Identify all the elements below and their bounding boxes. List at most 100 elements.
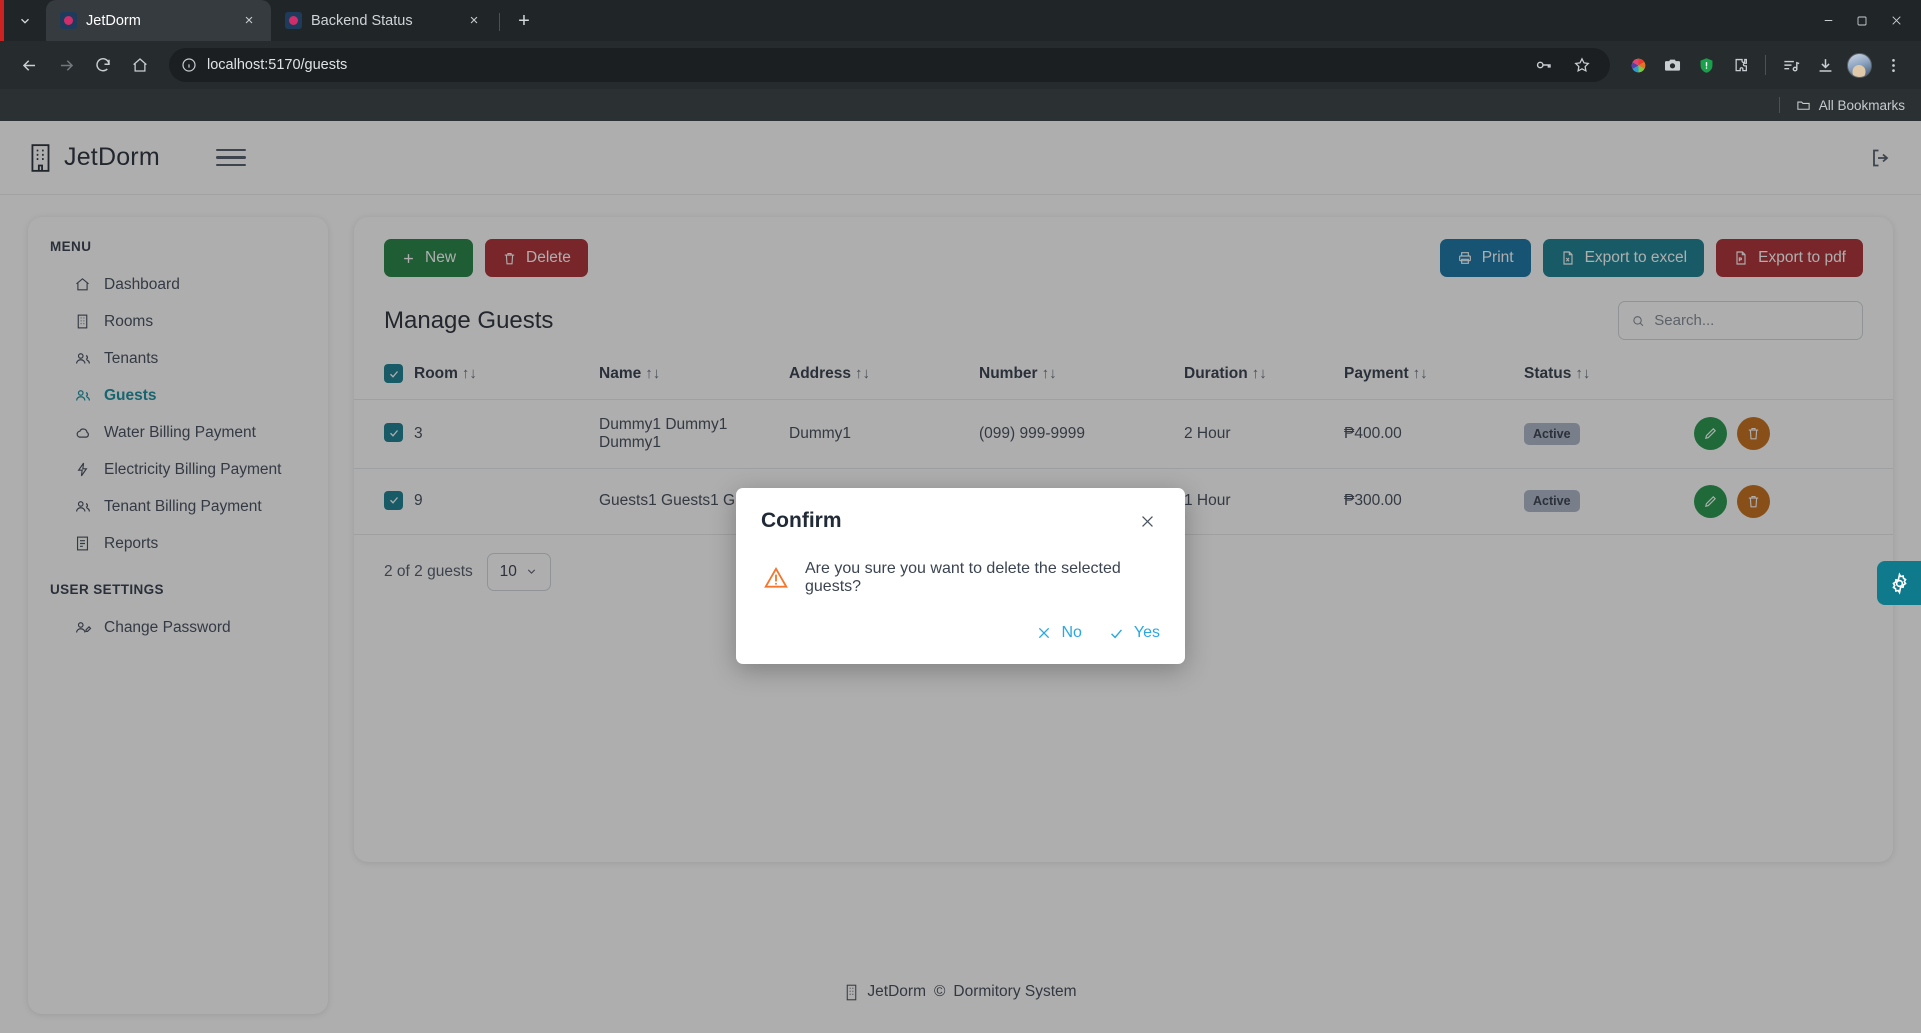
- table-row[interactable]: 3 Dummy1 Dummy1 Dummy1 Dummy1 (099) 999-…: [354, 399, 1893, 469]
- color-picker-extension-icon[interactable]: [1622, 49, 1654, 81]
- edit-row-button[interactable]: [1694, 484, 1727, 518]
- all-bookmarks-button[interactable]: All Bookmarks: [1796, 98, 1905, 113]
- sidebar-item-label: Dashboard: [104, 275, 180, 293]
- close-icon[interactable]: [1134, 508, 1160, 534]
- sidebar-item-dashboard[interactable]: Dashboard: [28, 266, 328, 303]
- back-icon[interactable]: [12, 48, 46, 82]
- puzzle-extensions-icon[interactable]: [1724, 49, 1756, 81]
- shield-extension-icon[interactable]: [1690, 49, 1722, 81]
- cell-duration: 1 Hour: [1184, 468, 1344, 535]
- cell-status: Active: [1524, 468, 1694, 535]
- sort-icon[interactable]: ↑↓: [1575, 365, 1590, 382]
- row-checkbox[interactable]: [384, 423, 403, 443]
- sidebar-item-label: Guests: [104, 386, 157, 404]
- column-header-address[interactable]: Address ↑↓: [789, 354, 979, 400]
- building-icon: [73, 312, 92, 331]
- profile-avatar-icon[interactable]: [1843, 49, 1875, 81]
- edit-row-button[interactable]: [1694, 417, 1727, 450]
- sort-icon[interactable]: ↑↓: [1413, 365, 1428, 382]
- column-header-number[interactable]: Number ↑↓: [979, 354, 1184, 400]
- browser-tab-jetdorm[interactable]: JetDorm ×: [46, 0, 271, 41]
- select-all-checkbox[interactable]: [384, 364, 403, 383]
- dialog-yes-button[interactable]: Yes: [1108, 624, 1160, 642]
- app-brand[interactable]: JetDorm: [28, 143, 160, 173]
- delete-row-button[interactable]: [1737, 484, 1770, 518]
- cell-room: 3: [414, 399, 599, 469]
- toolbar-divider: [1765, 55, 1766, 75]
- export-excel-button[interactable]: Export to excel: [1542, 239, 1705, 277]
- sort-icon[interactable]: ↑↓: [645, 365, 660, 382]
- close-icon[interactable]: ×: [464, 11, 484, 31]
- column-label: Duration: [1184, 365, 1248, 383]
- sort-icon[interactable]: ↑↓: [1042, 365, 1057, 382]
- logout-button[interactable]: [1869, 146, 1893, 170]
- address-bar[interactable]: localhost:5170/guests: [169, 48, 1610, 82]
- page-size-select[interactable]: 10: [486, 552, 551, 591]
- sidebar-item-rooms[interactable]: Rooms: [28, 303, 328, 340]
- downloads-icon[interactable]: [1809, 49, 1841, 81]
- footer-text: Dormitory System: [953, 983, 1077, 1000]
- new-button[interactable]: New: [384, 239, 474, 277]
- cloud-icon: [73, 423, 92, 442]
- sort-icon[interactable]: ↑↓: [462, 365, 477, 382]
- print-button[interactable]: Print: [1439, 239, 1531, 277]
- search-box[interactable]: [1618, 301, 1863, 340]
- column-header-name[interactable]: Name ↑↓: [599, 354, 789, 400]
- dialog-no-label: No: [1061, 624, 1082, 641]
- tab-search-chevron-icon[interactable]: [10, 6, 40, 36]
- sort-icon[interactable]: ↑↓: [855, 365, 870, 382]
- building-icon: [31, 143, 50, 172]
- chrome-menu-icon[interactable]: [1877, 49, 1909, 81]
- window-minimize-button[interactable]: [1811, 4, 1845, 38]
- user-edit-icon: [73, 618, 92, 637]
- dialog-no-button[interactable]: No: [1036, 624, 1082, 642]
- title-row: Manage Guests: [354, 287, 1893, 340]
- screenshot-extension-icon[interactable]: [1656, 49, 1688, 81]
- status-badge: Active: [1524, 490, 1580, 512]
- building-icon: [847, 984, 857, 1000]
- column-header-room[interactable]: Room ↑↓: [414, 354, 599, 400]
- window-maximize-button[interactable]: [1845, 4, 1879, 38]
- reading-list-icon[interactable]: [1775, 49, 1807, 81]
- home-icon[interactable]: [123, 48, 157, 82]
- export-pdf-button[interactable]: Export to pdf: [1716, 239, 1863, 277]
- column-header-status[interactable]: Status ↑↓: [1524, 354, 1694, 400]
- column-header-payment[interactable]: Payment ↑↓: [1344, 354, 1524, 400]
- printer-icon: [1458, 252, 1471, 264]
- sidebar-item-electricity-billing-payment[interactable]: Electricity Billing Payment: [28, 451, 328, 488]
- forward-icon[interactable]: [49, 48, 83, 82]
- bookmark-star-icon[interactable]: [1566, 49, 1598, 81]
- cell-status: Active: [1524, 399, 1694, 469]
- passkey-icon[interactable]: [1528, 49, 1560, 81]
- sidebar-item-tenant-billing-payment[interactable]: Tenant Billing Payment: [28, 488, 328, 525]
- row-checkbox[interactable]: [384, 490, 403, 510]
- sidebar-item-water-billing-payment[interactable]: Water Billing Payment: [28, 414, 328, 451]
- window-close-button[interactable]: [1879, 4, 1913, 38]
- report-icon: [73, 534, 92, 553]
- search-input[interactable]: [1654, 312, 1850, 329]
- dialog-footer: No Yes: [761, 596, 1160, 642]
- sidebar-item-guests[interactable]: Guests: [28, 377, 328, 414]
- close-icon[interactable]: ×: [239, 11, 259, 31]
- pencil-icon: [1705, 495, 1716, 507]
- home-icon: [73, 275, 92, 294]
- sort-icon[interactable]: ↑↓: [1252, 365, 1267, 382]
- delete-row-button[interactable]: [1737, 417, 1770, 450]
- column-header-duration[interactable]: Duration ↑↓: [1184, 354, 1344, 400]
- backend-favicon: [285, 12, 302, 29]
- menu-toggle-button[interactable]: [215, 145, 246, 171]
- reload-icon[interactable]: [86, 48, 120, 82]
- cell-room: 9: [414, 468, 599, 535]
- gear-icon: [1891, 571, 1907, 595]
- tab-title: Backend Status: [311, 12, 413, 29]
- sidebar-item-change-password[interactable]: Change Password: [28, 609, 328, 646]
- site-info-icon[interactable]: [181, 57, 197, 73]
- browser-tab-backend-status[interactable]: Backend Status ×: [271, 0, 496, 41]
- folder-icon: [1797, 101, 1810, 110]
- sidebar-item-reports[interactable]: Reports: [28, 525, 328, 562]
- delete-button[interactable]: Delete: [485, 239, 588, 277]
- app-header: JetDorm: [0, 121, 1921, 195]
- settings-gear-button[interactable]: [1877, 561, 1921, 605]
- sidebar-item-tenants[interactable]: Tenants: [28, 340, 328, 377]
- new-tab-button[interactable]: +: [509, 6, 539, 36]
